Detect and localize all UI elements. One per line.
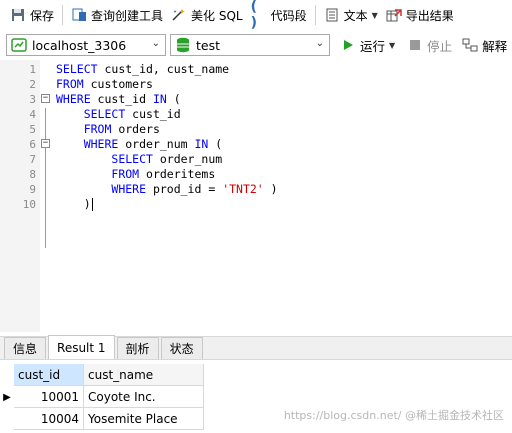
database-name: test: [196, 37, 221, 53]
chevron-down-icon: ▼: [371, 10, 378, 20]
result-tabs: 信息 Result 1 剖析 状态: [0, 335, 512, 360]
text-menu-button[interactable]: 文本 ▼: [320, 3, 382, 27]
line-number: 9: [29, 183, 36, 196]
database-icon: [175, 37, 191, 53]
toolbar-divider: [62, 5, 64, 25]
save-label: 保存: [30, 8, 55, 23]
code-line: 6 − WHERE order_num IN (: [0, 137, 512, 152]
chevron-down-icon[interactable]: ▼: [389, 41, 395, 50]
line-number: 7: [29, 153, 36, 166]
sql-editor[interactable]: 1 SELECT cust_id, cust_name 2 FROM custo…: [0, 60, 512, 332]
toolbar-divider: [314, 5, 316, 25]
column-header-cust-name[interactable]: cust_name: [84, 364, 204, 386]
run-button[interactable]: 运行 ▼: [340, 36, 395, 55]
connection-select[interactable]: localhost_3306 ⌄: [6, 34, 166, 56]
text-menu-label: 文本: [343, 8, 368, 23]
watermark: https://blog.csdn.net/ @稀土掘金技术社区: [283, 409, 504, 422]
export-results-button[interactable]: 导出结果: [382, 3, 458, 27]
run-icon: [340, 37, 356, 53]
export-results-label: 导出结果: [405, 8, 454, 23]
main-toolbar: 保存 查询创建工具 美化 SQL ( ) 代码段 文本 ▼ 导出结果: [0, 0, 512, 31]
tab-status[interactable]: 状态: [160, 337, 203, 359]
cell-cust-id[interactable]: 10004: [14, 408, 84, 430]
code-text: FROM customers: [56, 77, 153, 91]
code-line: 2 FROM customers: [0, 77, 512, 92]
beautify-icon: [171, 7, 187, 23]
stop-button[interactable]: 停止: [407, 36, 452, 55]
fold-toggle[interactable]: −: [41, 139, 50, 148]
cell-cust-name[interactable]: Yosemite Place: [84, 408, 204, 430]
query-builder-button[interactable]: 查询创建工具: [67, 3, 167, 27]
tab-profile[interactable]: 剖析: [116, 337, 159, 359]
code-text: ): [56, 197, 93, 211]
line-number: 3: [29, 93, 36, 106]
code-text: SELECT order_num: [111, 152, 223, 166]
query-builder-label: 查询创建工具: [91, 8, 164, 23]
snippet-icon: ( ): [250, 0, 258, 31]
chevron-down-icon: ⌄: [151, 38, 160, 49]
explain-button[interactable]: 解释: [462, 36, 507, 55]
stop-icon: [407, 37, 423, 53]
fold-toggle[interactable]: −: [41, 94, 50, 103]
code-line: 5 FROM orders: [0, 122, 512, 137]
export-icon: [386, 7, 402, 23]
line-number: 8: [29, 168, 36, 181]
code-text: WHERE prod_id = 'TNT2' ): [111, 182, 278, 196]
connection-bar: localhost_3306 ⌄ test ⌄ 运行 ▼ 停止 解释: [0, 32, 512, 58]
code-text: SELECT cust_id: [83, 107, 181, 121]
code-line: 1 SELECT cust_id, cust_name: [0, 62, 512, 77]
cell-cust-id[interactable]: 10001: [14, 386, 84, 408]
code-text: WHERE cust_id IN (: [56, 92, 181, 106]
line-number: 6: [29, 138, 36, 151]
text-cursor: [91, 198, 93, 211]
code-line: 3 − WHERE cust_id IN (: [0, 92, 512, 107]
code-line: 8 FROM orderitems: [0, 167, 512, 182]
cell-cust-name[interactable]: Coyote Inc.: [84, 386, 204, 408]
explain-icon: [462, 37, 478, 53]
connection-icon: [11, 37, 27, 53]
line-number: 5: [29, 123, 36, 136]
database-select[interactable]: test ⌄: [170, 34, 330, 56]
code-text: FROM orders: [83, 122, 160, 136]
beautify-sql-label: 美化 SQL: [191, 8, 243, 23]
save-button[interactable]: 保存: [6, 3, 58, 27]
column-header-cust-id[interactable]: cust_id: [14, 364, 84, 386]
grid-header-row: cust_id cust_name: [0, 364, 512, 386]
tab-info[interactable]: 信息: [4, 337, 47, 359]
code-line: 7 SELECT order_num: [0, 152, 512, 167]
code-text: FROM orderitems: [111, 167, 216, 181]
table-row[interactable]: ▶ 10001 Coyote Inc.: [0, 386, 512, 408]
line-number: 1: [29, 63, 36, 76]
code-line: 10 ): [0, 197, 512, 212]
save-icon: [10, 7, 26, 23]
connection-name: localhost_3306: [32, 37, 127, 53]
code-snippet-button[interactable]: ( ) 代码段: [247, 0, 311, 31]
tab-result-1[interactable]: Result 1: [48, 335, 115, 359]
stop-label: 停止: [427, 38, 453, 54]
line-number: 10: [22, 198, 36, 211]
line-number: 2: [29, 78, 36, 91]
chevron-down-icon: ⌄: [315, 38, 324, 49]
text-icon: [324, 7, 340, 23]
run-label: 运行: [360, 38, 386, 54]
current-row-icon: ▶: [3, 391, 11, 403]
line-number: 4: [29, 108, 36, 121]
code-line: 9 WHERE prod_id = 'TNT2' ): [0, 182, 512, 197]
code-line: 4 SELECT cust_id: [0, 107, 512, 122]
query-builder-icon: [71, 7, 87, 23]
beautify-sql-button[interactable]: 美化 SQL: [167, 3, 247, 27]
code-text: WHERE order_num IN (: [83, 137, 223, 151]
code-snippet-label: 代码段: [270, 8, 307, 23]
code-text: SELECT cust_id, cust_name: [56, 62, 230, 76]
explain-label: 解释: [482, 38, 508, 54]
